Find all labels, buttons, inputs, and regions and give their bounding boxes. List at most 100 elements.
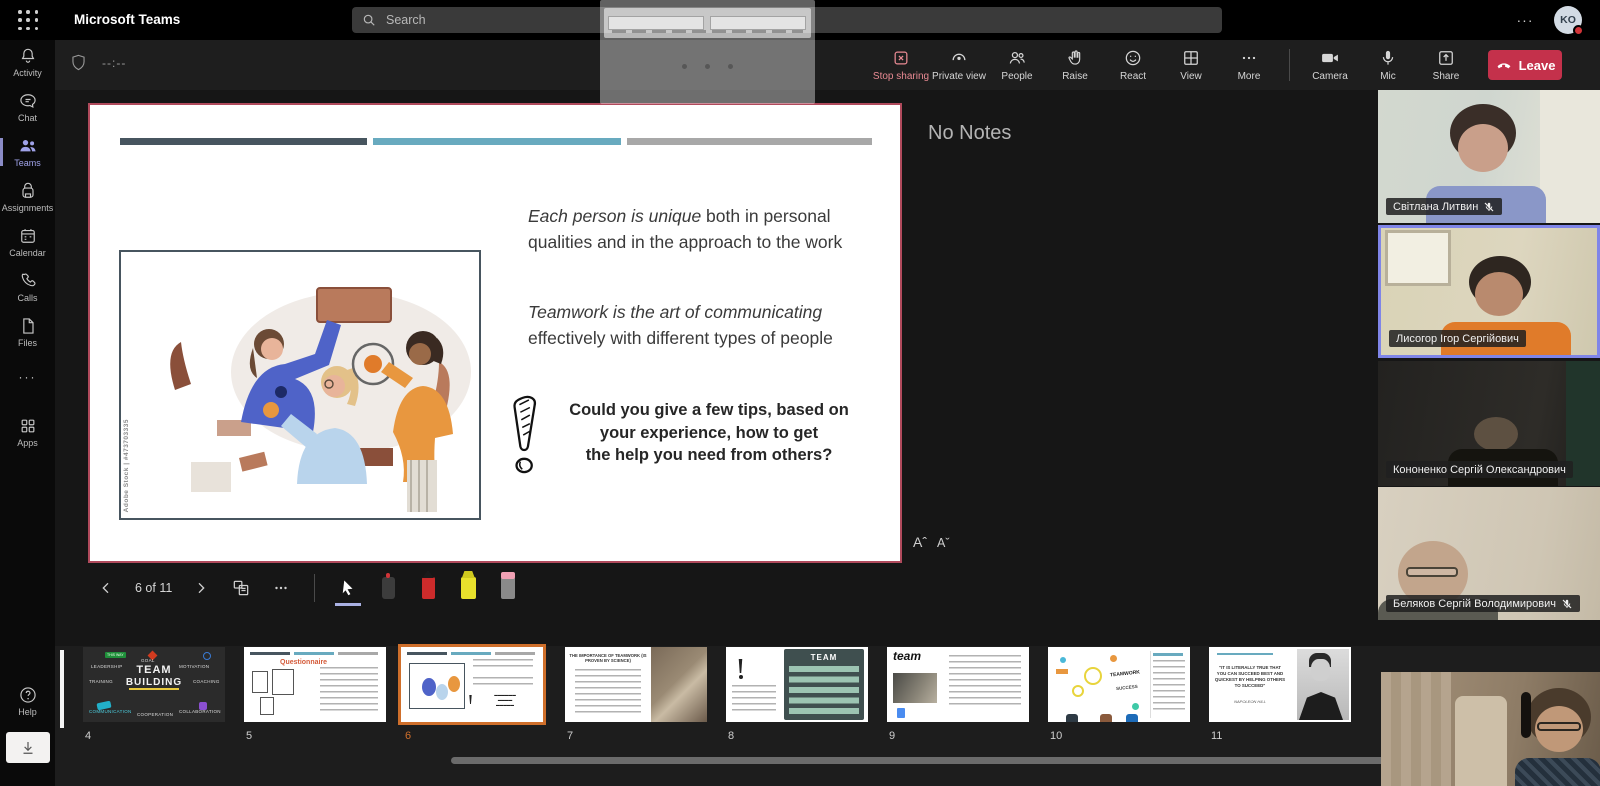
slide-illustration: Adobe Stock | #473703335 <box>119 250 481 520</box>
sidebar-item-help[interactable]: Help <box>0 685 55 717</box>
doodle <box>1110 655 1117 662</box>
slide-question: Could you give a few tips, based on your… <box>558 399 860 467</box>
doodle <box>199 702 207 710</box>
sidebar-item-calendar[interactable]: Calendar <box>0 220 55 264</box>
doodle <box>1132 703 1139 710</box>
sidebar-label: Files <box>18 338 37 348</box>
thumb-word: TEAMWORK <box>1110 669 1140 678</box>
highlighter-tool-button[interactable] <box>453 573 483 603</box>
curtain <box>1381 672 1451 786</box>
previous-slide-button[interactable] <box>91 573 121 603</box>
clipboard-art <box>260 697 274 715</box>
sidebar-item-teams[interactable]: Teams <box>0 130 55 174</box>
presenter-controls: 6 of 11 <box>91 570 523 606</box>
doodle <box>422 678 436 696</box>
pen-tool-button[interactable] <box>413 573 443 603</box>
thumbnail-slide-4[interactable]: THIS WAY TEAM BUILDING LEADERSHIP GOAL M… <box>83 647 225 722</box>
doodle <box>436 684 448 700</box>
thumb-word: MOTIVATION <box>179 664 209 669</box>
more-actions-button[interactable]: More <box>1223 41 1275 89</box>
window-more-button[interactable]: ··· <box>1512 8 1538 32</box>
thumbnail-number: 6 <box>405 730 411 742</box>
thumbnail-slide-8[interactable]: TEAM <box>726 647 868 722</box>
slide-paragraph-1: Each person is unique both in personal q… <box>528 203 864 256</box>
share-preview-window <box>604 8 811 38</box>
thumb-photo <box>893 673 937 703</box>
file-icon <box>18 316 38 336</box>
video-tile-participant-2[interactable]: Лисогор Ігор Сергійович <box>1378 225 1600 358</box>
stop-sharing-button[interactable]: Stop sharing <box>875 41 927 89</box>
sidebar-item-calls[interactable]: Calls <box>0 265 55 309</box>
question-line: your experience, how to get <box>558 422 860 445</box>
raise-hand-button[interactable]: Raise <box>1049 41 1101 89</box>
video-tile-participant-3[interactable]: Кононенко Сергій Олександрович <box>1378 361 1600 486</box>
controls-more-button[interactable] <box>266 573 296 603</box>
slide-accent-bar <box>373 138 621 145</box>
download-desktop-app-button[interactable] <box>6 732 50 763</box>
thumbnail-number: 11 <box>1211 730 1222 742</box>
cursor-tool-button[interactable] <box>333 573 363 603</box>
share-preview-overlay <box>600 0 815 104</box>
next-slide-button[interactable] <box>186 573 216 603</box>
status-busy-badge <box>1573 25 1584 36</box>
partial-previous-thumbnail[interactable] <box>60 650 64 728</box>
sidebar-item-more[interactable]: ··· <box>0 355 55 399</box>
thumbnail-slide-9[interactable]: team <box>887 647 1029 722</box>
sidebar-label: Activity <box>13 68 42 78</box>
thumb-quote: "IT IS LITERALLY TRUE THAT YOU CAN SUCCE… <box>1214 665 1286 689</box>
stop-sharing-icon <box>891 48 911 68</box>
view-button[interactable]: View <box>1165 41 1217 89</box>
doodle <box>1056 669 1068 674</box>
video-tile-participant-4[interactable]: Беляков Сергій Володимирович <box>1378 487 1600 620</box>
thumb-word: SUCCESS <box>1116 684 1138 691</box>
font-increase-button[interactable]: Aˆ <box>913 534 927 550</box>
participant-name-pill: Кононенко Сергій Олександрович <box>1386 461 1573 478</box>
question-line: Could you give a few tips, based on <box>558 399 860 422</box>
eraser-tool-button[interactable] <box>493 573 523 603</box>
video-tile-participant-5[interactable] <box>1381 672 1600 786</box>
doodle <box>1126 714 1138 722</box>
sidebar-item-files[interactable]: Files <box>0 310 55 354</box>
thumbnail-slide-11[interactable]: "IT IS LITERALLY TRUE THAT YOU CAN SUCCE… <box>1209 647 1351 722</box>
doodle <box>1153 653 1183 656</box>
thumb-word: COACHING <box>193 679 220 684</box>
thumb-list-panel <box>1150 651 1188 718</box>
font-decrease-button[interactable]: Aˇ <box>937 536 950 550</box>
thumbnail-slide-7[interactable]: THE IMPORTANCE OF TEAMWORK (IS PROVEN BY… <box>565 647 707 722</box>
share-button[interactable]: Share <box>1420 41 1472 89</box>
slide-text-italic: Each person is unique <box>528 206 701 226</box>
camera-button[interactable]: Camera <box>1304 41 1356 89</box>
thumbnail-number: 4 <box>85 730 91 742</box>
avatar[interactable]: KO <box>1554 6 1582 34</box>
react-button[interactable]: React <box>1107 41 1159 89</box>
sidebar-item-chat[interactable]: Chat <box>0 85 55 129</box>
thumb-photo <box>651 647 707 722</box>
people-button[interactable]: People <box>991 41 1043 89</box>
waffle-menu-icon[interactable] <box>18 10 39 31</box>
sidebar-item-activity[interactable]: Activity <box>0 40 55 84</box>
mic-button[interactable]: Mic <box>1362 41 1414 89</box>
doodle <box>738 659 743 673</box>
thumbnail-slide-10[interactable]: TEAMWORK SUCCESS <box>1048 647 1190 722</box>
mic-muted-icon <box>1561 598 1573 610</box>
slide-sorter-button[interactable] <box>226 573 256 603</box>
video-tile-participant-1[interactable]: Світлана Литвин <box>1378 90 1600 223</box>
people-icon <box>1007 48 1027 68</box>
thumbnail-slide-5[interactable]: Questionnaire <box>244 647 386 722</box>
leave-button[interactable]: Leave <box>1488 50 1562 80</box>
backpack-icon <box>18 181 38 201</box>
toolbar-divider <box>1289 49 1290 81</box>
cursor-icon <box>339 579 357 597</box>
thumbnail-slide-6-current[interactable]: ▬▬▬▬▬▬▬▬▬▬▬▬▬▬▬ <box>401 647 543 722</box>
sidebar-item-apps[interactable]: Apps <box>0 410 55 454</box>
private-view-button[interactable]: Private view <box>933 41 985 89</box>
participant-face <box>1474 417 1518 451</box>
eraser-icon <box>501 577 515 599</box>
notes-empty-label: No Notes <box>928 122 1011 145</box>
shield-icon <box>69 53 88 72</box>
laser-pointer-tool-button[interactable] <box>373 573 403 603</box>
calendar-icon <box>18 226 38 246</box>
sidebar-item-assignments[interactable]: Assignments <box>0 175 55 219</box>
thumb-question-lines: ▬▬▬▬▬▬▬▬▬▬▬▬▬▬▬ <box>477 693 533 708</box>
camera-icon <box>1320 48 1340 68</box>
